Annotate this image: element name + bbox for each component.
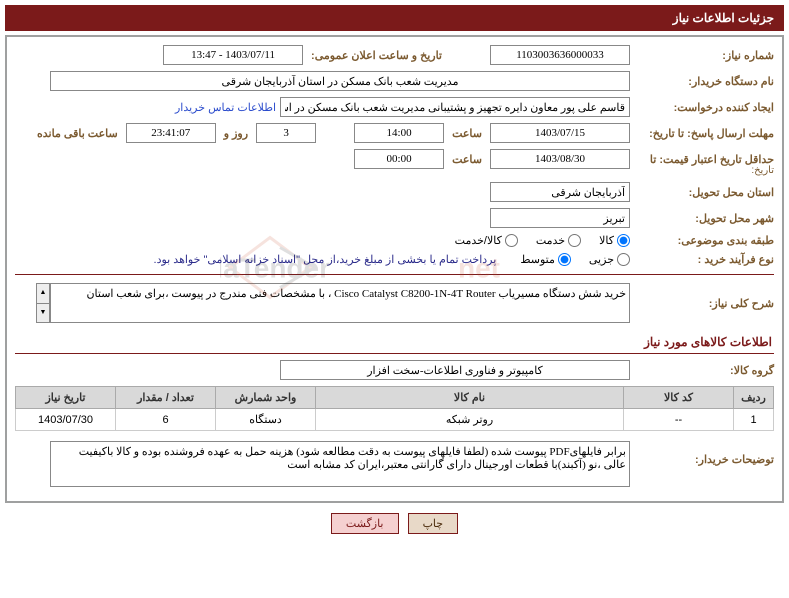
- payment-note: پرداخت تمام یا بخشی از مبلغ خرید،از محل …: [154, 253, 497, 266]
- th-date: تاریخ نیاز: [16, 387, 116, 409]
- cell-qty: 6: [116, 409, 216, 431]
- cell-row: 1: [734, 409, 774, 431]
- group-field[interactable]: [280, 360, 630, 380]
- time-label-1: ساعت: [448, 127, 486, 140]
- radio-kala[interactable]: کالا: [599, 234, 630, 247]
- days-and-label: روز و: [220, 127, 252, 140]
- countdown-field: [126, 123, 216, 143]
- desc-spinner[interactable]: ▲ ▼: [36, 283, 50, 323]
- days-count-field[interactable]: [256, 123, 316, 143]
- spinner-down-icon[interactable]: ▼: [37, 304, 49, 323]
- table-row[interactable]: 1 -- روتر شبکه دستگاه 6 1403/07/30: [16, 409, 774, 431]
- min-valid-label: حداقل تاریخ اعتبار قیمت: تا: [634, 153, 774, 166]
- class-label: طبقه بندی موضوعی:: [634, 234, 774, 247]
- section-title: اطلاعات کالاهای مورد نیاز: [15, 331, 774, 354]
- print-button[interactable]: چاپ: [408, 513, 459, 534]
- cell-code: --: [624, 409, 734, 431]
- announce-label: تاریخ و ساعت اعلان عمومی:: [307, 49, 446, 62]
- process-radio-group: جزیی متوسط: [520, 253, 630, 266]
- need-no-label: شماره نیاز:: [634, 49, 774, 62]
- buyer-notes-textarea[interactable]: [50, 441, 630, 487]
- deadline-time-field[interactable]: [354, 123, 444, 143]
- class-radio-group: کالا خدمت کالا/خدمت: [455, 234, 630, 247]
- details-panel: AriaTender net شماره نیاز: تاریخ و ساعت …: [5, 35, 784, 503]
- items-table: ردیف کد کالا نام کالا واحد شمارش تعداد /…: [15, 386, 774, 431]
- deadline-date-field[interactable]: [490, 123, 630, 143]
- min-valid-date-field[interactable]: [490, 149, 630, 169]
- province-label: استان محل تحویل:: [634, 186, 774, 199]
- cell-unit: دستگاه: [216, 409, 316, 431]
- buyer-org-field[interactable]: [50, 71, 630, 91]
- radio-motavaset[interactable]: متوسط: [520, 253, 571, 266]
- city-label: شهر محل تحویل:: [634, 212, 774, 225]
- deadline-label: مهلت ارسال پاسخ: تا تاریخ:: [634, 127, 774, 140]
- announce-field[interactable]: [163, 45, 303, 65]
- th-name: نام کالا: [316, 387, 624, 409]
- radio-khedmat[interactable]: خدمت: [536, 234, 581, 247]
- process-label: نوع فرآیند خرید :: [634, 253, 774, 266]
- city-field[interactable]: [490, 208, 630, 228]
- th-row: ردیف: [734, 387, 774, 409]
- time-label-2: ساعت: [448, 153, 486, 166]
- group-label: گروه کالا:: [634, 364, 774, 377]
- need-no-field[interactable]: [490, 45, 630, 65]
- radio-jozee[interactable]: جزیی: [589, 253, 630, 266]
- cell-date: 1403/07/30: [16, 409, 116, 431]
- desc-textarea[interactable]: [50, 283, 630, 323]
- radio-kala-khedmat[interactable]: کالا/خدمت: [455, 234, 518, 247]
- desc-label: شرح کلی نیاز:: [634, 297, 774, 310]
- page-title: جزئیات اطلاعات نیاز: [5, 5, 784, 31]
- buyer-org-label: نام دستگاه خریدار:: [634, 75, 774, 88]
- cell-name: روتر شبکه: [316, 409, 624, 431]
- requester-field[interactable]: [280, 97, 630, 117]
- date-sublabel: تاریخ:: [634, 165, 774, 176]
- spinner-up-icon[interactable]: ▲: [37, 284, 49, 304]
- th-unit: واحد شمارش: [216, 387, 316, 409]
- th-qty: تعداد / مقدار: [116, 387, 216, 409]
- requester-label: ایجاد کننده درخواست:: [634, 101, 774, 114]
- back-button[interactable]: بازگشت: [331, 513, 399, 534]
- min-valid-time-field[interactable]: [354, 149, 444, 169]
- contact-link[interactable]: اطلاعات تماس خریدار: [175, 101, 276, 114]
- buyer-notes-label: توضیحات خریدار:: [634, 441, 774, 466]
- remaining-label: ساعت باقی مانده: [33, 127, 122, 140]
- province-field[interactable]: [490, 182, 630, 202]
- button-row: چاپ بازگشت: [5, 513, 784, 534]
- th-code: کد کالا: [624, 387, 734, 409]
